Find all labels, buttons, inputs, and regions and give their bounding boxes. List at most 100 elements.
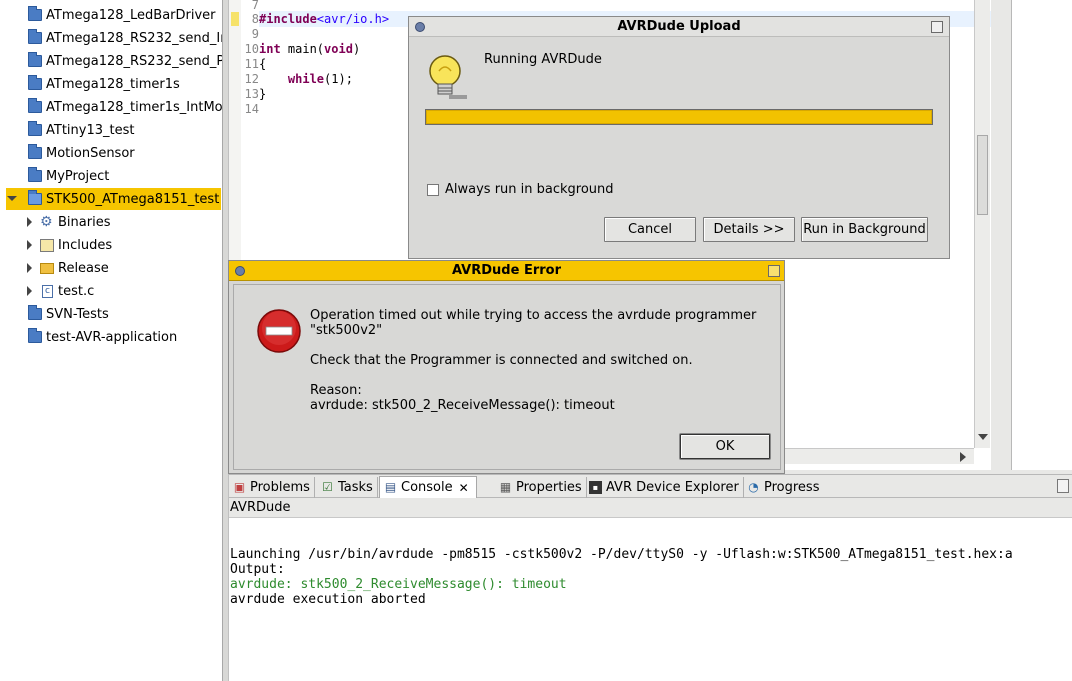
error-stop-icon <box>256 308 302 354</box>
project-explorer: ATmega128_LedBarDriver ATmega128_RS232_s… <box>0 0 222 681</box>
code-include-path: <avr/io.h> <box>316 12 390 26</box>
tree-item-label: STK500_ATmega8151_test <box>46 191 220 207</box>
code-keyword: void <box>324 42 353 56</box>
tree-item-project[interactable]: test-AVR-application <box>0 326 222 348</box>
line-number: 11 <box>244 57 259 71</box>
tree-item-project[interactable]: ATmega128_RS232_send_In <box>0 27 222 49</box>
c-file-icon: c <box>42 284 53 298</box>
includes-icon <box>40 238 54 252</box>
progress-fill <box>426 110 932 124</box>
tree-item-label: test.c <box>58 283 95 299</box>
upload-dialog: AVRDude Upload Running AVRDude Always ru… <box>408 16 950 259</box>
tree-item-label: Includes <box>58 237 113 253</box>
tab-avr-device-explorer[interactable]: ▪ AVR Device Explorer <box>585 477 744 498</box>
tree-item-label: test-AVR-application <box>46 329 178 345</box>
window-menu-icon[interactable] <box>235 266 245 276</box>
window-menu-icon[interactable] <box>415 22 425 32</box>
tab-label: AVR Device Explorer <box>606 480 739 495</box>
expand-arrow-icon[interactable] <box>24 262 36 274</box>
tab-problems[interactable]: ▣ Problems <box>229 477 315 498</box>
tree-item-label: ATmega128_RS232_send_In <box>46 30 222 46</box>
upload-dialog-titlebar[interactable]: AVRDude Upload <box>409 17 949 37</box>
line-number: 8 <box>251 12 259 26</box>
tree-item-project[interactable]: MotionSensor <box>0 142 222 164</box>
tree-item-project[interactable]: ATmega128_LedBarDriver <box>0 4 222 26</box>
always-background-checkbox[interactable] <box>427 184 439 196</box>
scroll-down-arrow-icon[interactable] <box>978 434 988 440</box>
error-reason-label: Reason: <box>310 383 362 398</box>
error-dialog: AVRDude Error Operation timed out while … <box>228 260 785 474</box>
tree-item-includes[interactable]: Includes <box>0 234 222 256</box>
tree-item-project[interactable]: ATmega128_RS232_send_P <box>0 50 222 72</box>
lightbulb-icon <box>425 51 469 101</box>
scrollbar-thumb[interactable] <box>977 135 988 215</box>
progress-icon: ◔ <box>748 480 759 494</box>
tree-item-project[interactable]: ATtiny13_test <box>0 119 222 141</box>
current-line-marker <box>231 12 239 26</box>
tab-label: Console <box>401 480 453 495</box>
code-keyword: #include <box>259 12 317 26</box>
code-text: main( <box>280 42 325 56</box>
tree-item-release[interactable]: Release <box>0 257 222 279</box>
bottom-view-tabs: ▣ Problems ☑ Tasks ▤ Console ✕ ▦ Propert… <box>229 474 1072 498</box>
tab-label: Progress <box>764 480 820 495</box>
code-text: (1); <box>324 72 353 86</box>
tree-item-project[interactable]: ATmega128_timer1s <box>0 73 222 95</box>
code-line: #include<avr/io.h> <box>259 12 389 26</box>
tree-item-label: ATmega128_RS232_send_P <box>46 53 222 69</box>
maximize-icon[interactable] <box>768 265 780 277</box>
editor-horizontal-scrollbar[interactable] <box>778 448 974 464</box>
close-tab-icon[interactable]: ✕ <box>459 481 469 495</box>
tab-label: Tasks <box>338 480 373 495</box>
tree-item-project[interactable]: SVN-Tests <box>0 303 222 325</box>
ok-button[interactable]: OK <box>680 434 770 459</box>
project-folder-icon <box>28 29 42 44</box>
tab-label: Problems <box>250 480 310 495</box>
console-line: avrdude execution aborted <box>230 592 426 607</box>
project-folder-icon <box>28 144 42 159</box>
tree-item-project-selected[interactable]: STK500_ATmega8151_test <box>6 188 221 210</box>
tab-tasks[interactable]: ☑ Tasks <box>317 477 378 498</box>
error-message-line: Check that the Programmer is connected a… <box>310 353 693 368</box>
error-dialog-titlebar[interactable]: AVRDude Error <box>229 261 784 281</box>
project-folder-icon <box>28 6 42 21</box>
tab-properties[interactable]: ▦ Properties <box>495 477 587 498</box>
project-folder-icon <box>28 75 42 90</box>
editor-vertical-scrollbar[interactable] <box>974 0 990 448</box>
upload-status-text: Running AVRDude <box>484 52 602 67</box>
expand-arrow-icon[interactable] <box>6 193 18 205</box>
expand-arrow-icon[interactable] <box>24 239 36 251</box>
tree-item-label: ATmega128_LedBarDriver <box>46 7 216 23</box>
details-button[interactable]: Details >> <box>703 217 795 242</box>
project-folder-icon <box>28 98 42 113</box>
maximize-icon[interactable] <box>931 21 943 33</box>
line-number: 13 <box>244 87 259 101</box>
scroll-right-arrow-icon[interactable] <box>960 452 966 462</box>
cancel-button[interactable]: Cancel <box>604 217 696 242</box>
code-line: } <box>259 87 267 101</box>
code-line: { <box>259 57 267 71</box>
console-line-error: avrdude: stk500_2_ReceiveMessage(): time… <box>230 577 567 592</box>
properties-icon: ▦ <box>499 480 512 494</box>
tree-item-label: Release <box>58 260 109 276</box>
tree-item-binaries[interactable]: ⚙ Binaries <box>0 211 222 233</box>
tab-console[interactable]: ▤ Console ✕ <box>379 476 477 498</box>
project-folder-icon <box>28 167 42 182</box>
run-in-background-button[interactable]: Run in Background <box>801 217 928 242</box>
binaries-icon: ⚙ <box>40 214 53 230</box>
expand-arrow-icon[interactable] <box>24 285 36 297</box>
code-text: ) <box>352 42 361 56</box>
tree-item-label: ATmega128_timer1s <box>46 76 180 92</box>
code-keyword: int <box>259 42 281 56</box>
tab-progress[interactable]: ◔ Progress <box>743 477 823 498</box>
line-number: 14 <box>244 102 259 116</box>
tree-item-project[interactable]: MyProject <box>0 165 222 187</box>
tree-item-file[interactable]: c test.c <box>0 280 222 302</box>
view-menu-icon[interactable] <box>1057 479 1069 493</box>
tree-item-label: ATtiny13_test <box>46 122 135 138</box>
console-output[interactable]: Launching /usr/bin/avrdude -pm8515 -cstk… <box>229 518 1072 681</box>
tree-item-project[interactable]: ATmega128_timer1s_IntMod <box>0 96 222 118</box>
expand-arrow-icon[interactable] <box>24 216 36 228</box>
error-reason-text: avrdude: stk500_2_ReceiveMessage(): time… <box>310 398 615 413</box>
avr-chip-icon: ▪ <box>589 481 602 494</box>
